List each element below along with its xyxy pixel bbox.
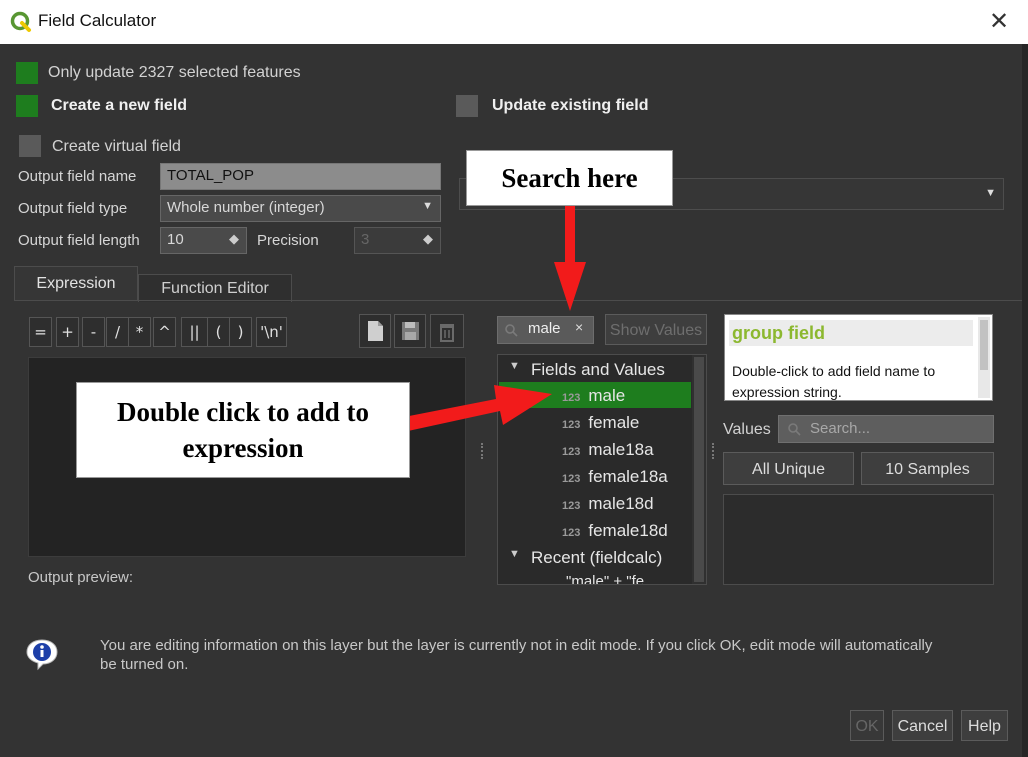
- double-click-callout: Double click to add to expression: [76, 382, 410, 478]
- annotation-arrows: [404, 205, 586, 431]
- red-arrow-right: [404, 385, 552, 431]
- red-arrow-down: [554, 205, 586, 311]
- search-here-callout: Search here: [466, 150, 673, 206]
